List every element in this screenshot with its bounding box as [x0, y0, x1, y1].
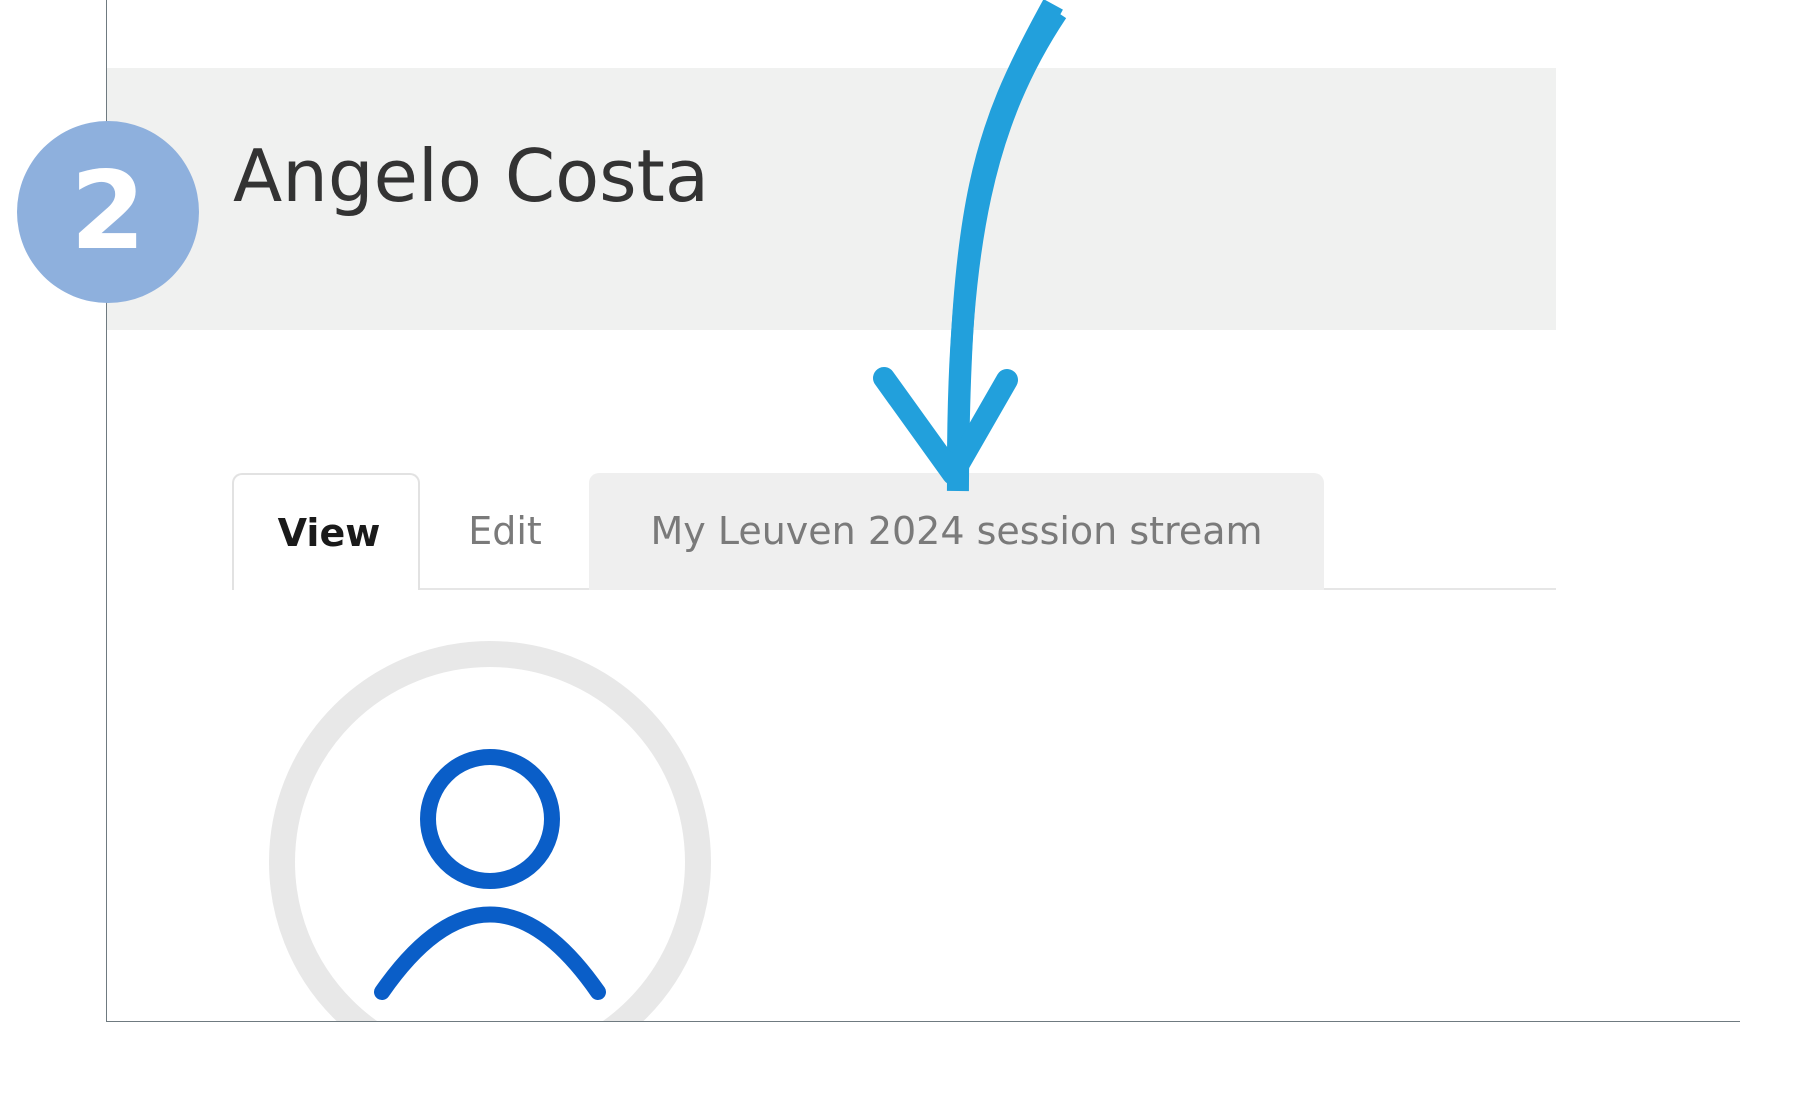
tab-session-stream[interactable]: My Leuven 2024 session stream: [589, 473, 1324, 590]
tab-edit[interactable]: Edit: [420, 473, 590, 590]
avatar-container: [107, 600, 1557, 1021]
user-icon: [374, 749, 606, 1000]
tab-view[interactable]: View: [232, 473, 420, 590]
step-number-badge: 2: [17, 121, 199, 303]
frame-border-bottom: [106, 1021, 1740, 1022]
avatar: [269, 641, 711, 1021]
page-title: Angelo Costa: [233, 134, 710, 218]
screenshot-canvas: Angelo Costa 2 View Edit My Leuven 2024 …: [0, 0, 1800, 1095]
